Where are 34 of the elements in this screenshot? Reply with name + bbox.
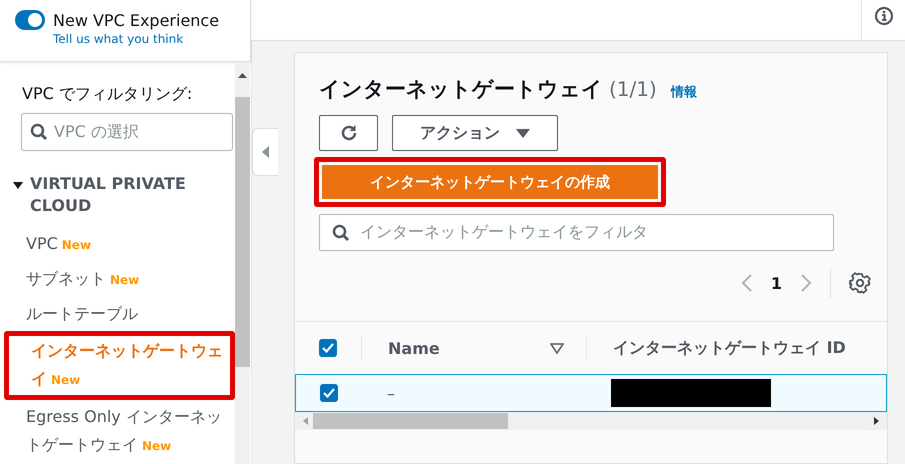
table-cell: –	[387, 384, 395, 402]
search-icon	[30, 123, 48, 141]
column-header[interactable]: インターネットゲートウェイ ID	[613, 338, 846, 358]
settings-icon[interactable]	[849, 272, 871, 294]
caret-icon[interactable]	[12, 179, 24, 191]
page-number[interactable]: 1	[770, 274, 782, 292]
nav-item[interactable]: Egress Only インターネットゲートウェイ New	[0, 400, 235, 463]
info-icon	[874, 6, 894, 26]
caret-icon	[261, 145, 270, 159]
panel-title: インターネットゲートウェイ	[319, 76, 603, 103]
column-header[interactable]: Name	[388, 338, 440, 358]
search-icon	[332, 224, 350, 242]
nav-item[interactable]: サブネット New	[0, 262, 235, 297]
scroll-right-icon[interactable]	[871, 416, 881, 426]
nav-item[interactable]: VPC New	[0, 227, 235, 262]
select-all-checkbox[interactable]	[319, 339, 337, 357]
item-count: (1/1)	[609, 77, 657, 101]
sort-icon[interactable]	[550, 342, 564, 354]
feedback-link[interactable]: Tell us what you think	[53, 32, 250, 46]
actions-button[interactable]: アクション	[392, 115, 558, 151]
info-link[interactable]: 情報	[670, 83, 697, 101]
scrollbar[interactable]	[235, 62, 250, 464]
filter-label: VPC でフィルタリング:	[22, 84, 194, 105]
toggle-switch[interactable]	[15, 10, 45, 30]
collapse-button[interactable]	[252, 128, 278, 176]
section-heading: VIRTUAL PRIVATE CLOUD	[30, 173, 187, 217]
row-checkbox[interactable]	[320, 384, 338, 402]
refresh-button[interactable]	[319, 115, 378, 151]
refresh-icon	[338, 123, 358, 143]
nav-item[interactable]: ルートテーブル	[0, 297, 235, 331]
toggle-label: New VPC Experience	[53, 10, 220, 30]
caret-icon	[516, 128, 530, 138]
horizontal-scrollbar[interactable]	[295, 412, 887, 430]
table-row[interactable]: –	[295, 374, 887, 412]
